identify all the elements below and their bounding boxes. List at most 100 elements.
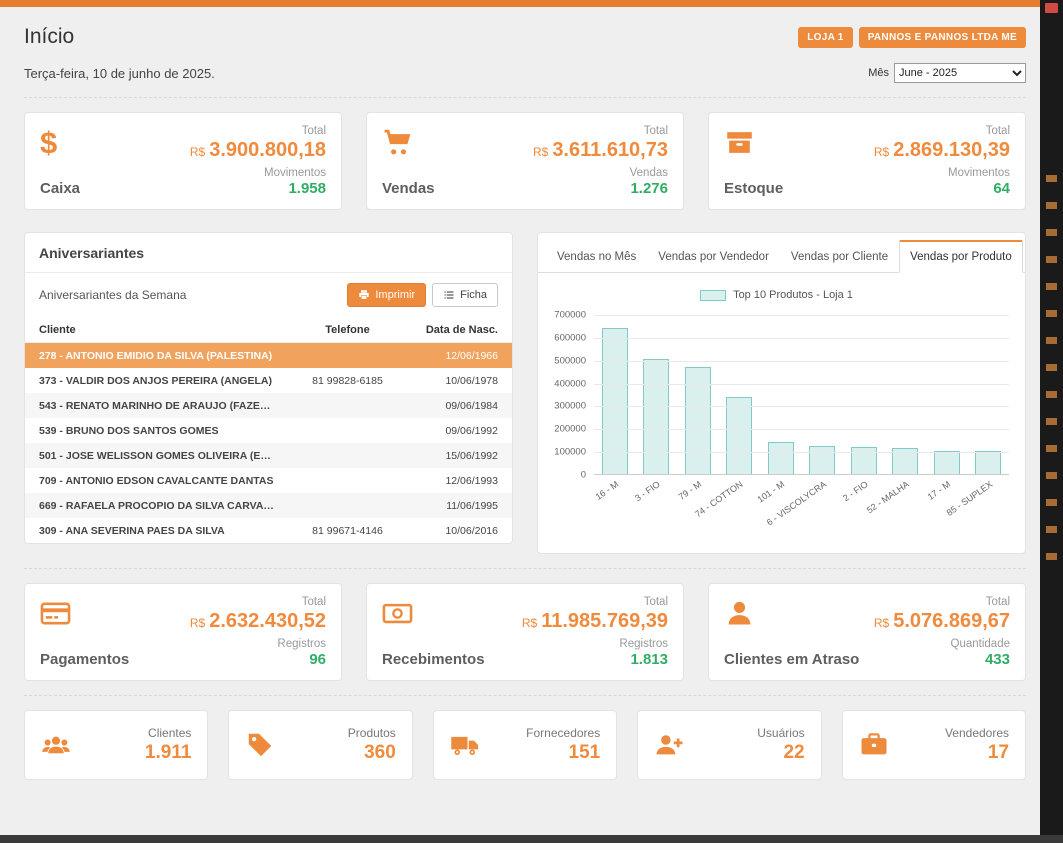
stat-count-label: Movimentos <box>874 167 1010 179</box>
birthday-row[interactable]: 709 - ANTONIO EDSON CAVALCANTE DANTAS12/… <box>25 468 512 493</box>
bar: 16 - M <box>594 315 636 474</box>
bar: 6 - VISCOLYCRA <box>802 315 844 474</box>
dashboard-content: Início LOJA 1 PANNOS E PANNOS LTDA ME Te… <box>0 7 1063 780</box>
column-data-nasc: Data de Nasc. <box>410 324 498 336</box>
birthday-date: 12/06/1966 <box>410 350 498 362</box>
stat-total-label: Total <box>533 125 668 137</box>
birthday-row[interactable]: 539 - BRUNO DOS SANTOS GOMES09/06/1992 <box>25 418 512 443</box>
counter-card-fornecedores: Fornecedores 151 <box>433 710 617 780</box>
stat-card-title: Clientes em Atraso <box>724 651 859 668</box>
x-tick-label: 17 - M <box>926 479 953 502</box>
stat-total-value: 2.869.130,39 <box>893 139 1010 161</box>
birthday-row[interactable]: 278 - ANTONIO EMIDIO DA SILVA (PALESTINA… <box>25 343 512 368</box>
stat-total-label: Total <box>874 596 1010 608</box>
user-plus-icon <box>654 730 684 760</box>
currency-prefix: R$ <box>190 616 205 630</box>
sales-panel: Vendas no MêsVendas por VendedorVendas p… <box>537 232 1026 554</box>
bar: 52 - MALHA <box>885 315 927 474</box>
birthday-row[interactable]: 669 - RAFAELA PROCOPIO DA SILVA CARVALHO… <box>25 493 512 518</box>
currency-prefix: R$ <box>874 616 889 630</box>
counter-card-produtos: Produtos 360 <box>228 710 412 780</box>
birthday-date: 11/06/1995 <box>410 500 498 512</box>
archive-icon <box>724 125 783 159</box>
month-select[interactable]: June - 2025 <box>894 63 1026 83</box>
birthday-date: 10/06/1978 <box>410 375 498 387</box>
birthday-client: 309 - ANA SEVERINA PAES DA SILVA <box>39 525 285 537</box>
birthday-row[interactable]: 373 - VALDIR DOS ANJOS PEREIRA (ANGELA)8… <box>25 368 512 393</box>
company-badge[interactable]: PANNOS E PANNOS LTDA ME <box>859 27 1026 48</box>
birthday-date: 09/06/1992 <box>410 425 498 437</box>
x-tick-label: 16 - M <box>594 479 621 502</box>
tab-vendas-no-mês[interactable]: Vendas no Mês <box>546 241 647 273</box>
stat-card-title: Estoque <box>724 180 783 197</box>
legend-label: Top 10 Produtos - Loja 1 <box>733 289 853 301</box>
birthdays-title: Aniversariantes <box>25 233 512 273</box>
birthday-phone: 81 99828-6185 <box>285 375 410 387</box>
counter-value: 22 <box>757 742 804 764</box>
store-badge[interactable]: LOJA 1 <box>798 27 852 48</box>
tab-vendas-por-vendedor[interactable]: Vendas por Vendedor <box>647 241 780 273</box>
currency-prefix: R$ <box>874 145 889 159</box>
y-tick-label: 600000 <box>554 332 586 343</box>
bars: 16 - M3 - FIO79 - M74 - COTTON101 - M6 -… <box>594 315 1009 474</box>
dollar-icon: $ <box>40 125 80 159</box>
stat-count-value: 64 <box>874 180 1010 197</box>
birthday-phone: 81 99671-4146 <box>285 525 410 537</box>
stat-count-label: Registros <box>522 638 668 650</box>
counter-value: 360 <box>348 742 396 764</box>
bar: 2 - FIO <box>843 315 885 474</box>
y-tick-label: 700000 <box>554 310 586 321</box>
birthday-row[interactable]: 501 - JOSE WELISSON GOMES OLIVEIRA (ELC…… <box>25 443 512 468</box>
bar: 101 - M <box>760 315 802 474</box>
stat-count-label: Vendas <box>533 167 668 179</box>
birthday-row[interactable]: 543 - RENATO MARINHO DE ARAUJO (FAZEND…0… <box>25 393 512 418</box>
background-app-strip <box>1040 0 1063 843</box>
stat-count-value: 96 <box>190 651 326 668</box>
birthday-client: 669 - RAFAELA PROCOPIO DA SILVA CARVALHO <box>39 500 285 512</box>
y-axis: 0100000200000300000400000500000600000700… <box>544 315 594 475</box>
sales-tabs: Vendas no MêsVendas por VendedorVendas p… <box>538 233 1025 273</box>
tab-vendas-por-cliente[interactable]: Vendas por Cliente <box>780 241 899 273</box>
truck-icon <box>450 730 480 760</box>
stat-total-value: 11.985.769,39 <box>541 610 668 632</box>
counter-card-usuarios: Usuários 22 <box>637 710 821 780</box>
stat-card-title: Caixa <box>40 180 80 197</box>
stat-card-title: Vendas <box>382 180 435 197</box>
stat-card-estoque: Estoque Total R$2.869.130,39 Movimentos … <box>708 112 1026 210</box>
bar: 85 - SUPLEX <box>968 315 1010 474</box>
counter-label: Vendedores <box>945 726 1009 740</box>
y-tick-label: 100000 <box>554 447 586 458</box>
birthdays-subtitle: Aniversariantes da Semana <box>39 288 186 302</box>
column-cliente: Cliente <box>39 324 285 336</box>
month-label: Mês <box>868 67 889 79</box>
birthday-row[interactable]: 309 - ANA SEVERINA PAES DA SILVA81 99671… <box>25 518 512 543</box>
counter-value: 1.911 <box>145 742 192 764</box>
counter-card-clientes: Clientes 1.911 <box>24 710 208 780</box>
stat-card-title: Recebimentos <box>382 651 485 668</box>
counter-label: Fornecedores <box>526 726 600 740</box>
bottom-taskbar-strip <box>0 835 1063 843</box>
stat-count-label: Quantidade <box>874 638 1010 650</box>
x-tick-label: 85 - SUPLEX <box>944 479 994 518</box>
person-icon <box>724 596 859 630</box>
column-telefone: Telefone <box>285 324 410 336</box>
counter-label: Produtos <box>348 726 396 740</box>
stat-total-value: 2.632.430,52 <box>209 610 326 632</box>
birthday-date: 15/06/1992 <box>410 450 498 462</box>
stat-card-recebimentos: Recebimentos Total R$11.985.769,39 Regis… <box>366 583 684 681</box>
birthdays-table-body: 278 - ANTONIO EMIDIO DA SILVA (PALESTINA… <box>25 343 512 543</box>
bar: 74 - COTTON <box>719 315 761 474</box>
page-title: Início <box>24 25 74 49</box>
cart-icon <box>382 125 435 159</box>
birthday-date: 10/06/2016 <box>410 525 498 537</box>
ficha-button[interactable]: Ficha <box>432 283 498 307</box>
print-button[interactable]: Imprimir <box>347 283 426 307</box>
bar: 17 - M <box>926 315 968 474</box>
currency-prefix: R$ <box>190 145 205 159</box>
counter-card-vendedores: Vendedores 17 <box>842 710 1026 780</box>
printer-icon <box>358 289 370 301</box>
x-tick-label: 3 - FIO <box>633 479 662 503</box>
stat-card-title: Pagamentos <box>40 651 129 668</box>
stat-count-label: Registros <box>190 638 326 650</box>
tab-vendas-por-produto[interactable]: Vendas por Produto <box>899 240 1023 273</box>
